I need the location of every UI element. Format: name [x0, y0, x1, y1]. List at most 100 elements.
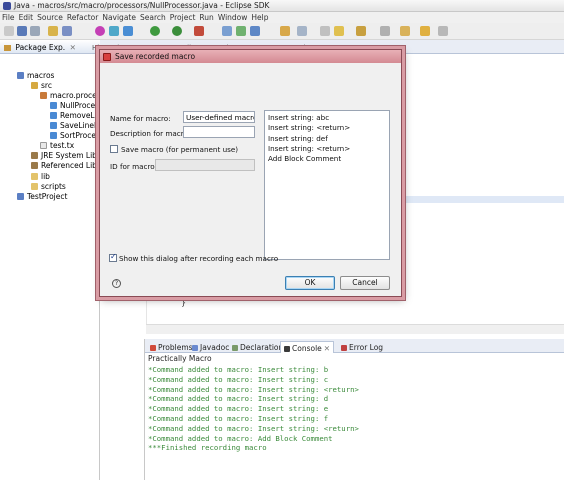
new-icon[interactable] — [4, 26, 14, 36]
eclipse-app-icon — [3, 1, 11, 10]
macro-record-icon — [103, 52, 111, 61]
tree-item[interactable]: macros — [17, 70, 54, 80]
library-icon — [31, 151, 38, 159]
console-output[interactable]: *Command added to macro: Insert string: … — [148, 365, 562, 453]
tree-item[interactable]: lib — [31, 171, 50, 181]
close-icon[interactable]: ✕ — [324, 344, 330, 353]
tree-item[interactable]: test.tx — [40, 140, 74, 150]
save-icon[interactable] — [17, 26, 27, 36]
tree-item[interactable]: src — [31, 80, 52, 90]
console-icon — [284, 346, 290, 352]
ok-button[interactable]: OK — [285, 276, 335, 290]
macro-description-input[interactable] — [183, 126, 255, 138]
menu-refactor[interactable]: Refactor — [67, 13, 102, 22]
last-edit-icon[interactable] — [400, 26, 410, 36]
console-line: *Command added to macro: Insert string: … — [148, 413, 329, 423]
menu-bar: File Edit Source Refactor Navigate Searc… — [0, 12, 564, 23]
package-explorer-tab[interactable]: Package Exp. ✕ — [0, 40, 100, 54]
show-dialog-checkbox[interactable] — [109, 252, 117, 262]
debug-run-icon[interactable] — [150, 26, 160, 36]
open-type-icon[interactable] — [280, 26, 290, 36]
package-explorer-icon — [4, 45, 11, 51]
save-permanent-checkbox[interactable] — [110, 145, 118, 153]
tools-icon[interactable] — [48, 26, 58, 36]
description-label: Description for macro: — [110, 129, 191, 138]
bottom-tab-strip: Problems Javadoc Declaration Console ✕ Er… — [145, 339, 564, 353]
editor-horizontal-scrollbar[interactable] — [146, 324, 564, 334]
java-file-icon — [50, 101, 57, 109]
package-explorer-panel: Package Exp. ✕ macros src macro.processo… — [0, 40, 118, 480]
list-item: Insert string: <return> — [268, 143, 351, 153]
back-icon[interactable] — [420, 26, 430, 36]
problems-icon — [150, 345, 156, 351]
menu-navigate[interactable]: Navigate — [102, 13, 140, 22]
error-log-icon — [341, 345, 347, 351]
java-file-icon — [50, 111, 57, 119]
list-item: Insert string: def — [268, 133, 328, 143]
menu-source[interactable]: Source — [37, 13, 67, 22]
list-item: Add Block Comment — [268, 154, 342, 164]
menu-edit[interactable]: Edit — [19, 13, 38, 22]
run-macro-icon[interactable] — [123, 26, 133, 36]
name-label: Name for macro: — [110, 114, 171, 123]
macro-id-input — [155, 159, 255, 171]
highlight-icon[interactable] — [334, 26, 344, 36]
new-class-icon[interactable] — [250, 26, 260, 36]
tab-declaration[interactable]: Declaration — [229, 341, 286, 353]
console-line: *Command added to macro: Insert string: … — [148, 384, 359, 394]
forward-icon[interactable] — [438, 26, 448, 36]
show-dialog-label: Show this dialog after recording each ma… — [119, 254, 279, 263]
tree-item[interactable]: SaveLinePro — [50, 120, 106, 130]
menu-help[interactable]: Help — [251, 13, 272, 22]
record-macro-icon[interactable] — [95, 26, 105, 36]
play-macro-icon[interactable] — [109, 26, 119, 36]
tab-javadoc[interactable]: Javadoc — [189, 341, 232, 353]
recorded-commands-list[interactable]: Insert string: abc Insert string: <retur… — [264, 110, 390, 260]
folder-icon — [31, 172, 38, 180]
window-title-bar: Java - macros/src/macro/processors/NullP… — [0, 0, 564, 12]
id-label: ID for macro: — [110, 162, 158, 171]
text-file-icon — [40, 141, 47, 149]
menu-search[interactable]: Search — [140, 13, 170, 22]
project-icon — [17, 71, 24, 79]
tab-error-log[interactable]: Error Log — [338, 341, 386, 353]
menu-run[interactable]: Run — [199, 13, 217, 22]
menu-file[interactable]: File — [2, 13, 19, 22]
dialog-body: Name for macro: User-defined macro 6 Des… — [103, 66, 398, 295]
print-icon[interactable] — [30, 26, 40, 36]
project-icon — [17, 192, 24, 200]
help-icon[interactable]: ? — [112, 279, 121, 288]
console-line: *Command added to macro: Insert string: … — [148, 394, 329, 404]
library-icon — [31, 161, 38, 169]
tab-console[interactable]: Console ✕ — [280, 341, 335, 353]
console-line: *Command added to macro: Insert string: … — [148, 423, 359, 433]
dialog-title-bar[interactable]: Save recorded macro — [100, 50, 401, 63]
current-line-highlight — [395, 196, 564, 203]
debug-icon[interactable] — [62, 26, 72, 36]
list-item: Insert string: abc — [268, 113, 330, 122]
macro-name-input[interactable]: User-defined macro 6 — [183, 111, 255, 123]
cancel-button[interactable]: Cancel — [340, 276, 390, 290]
tree-item[interactable]: TestProject — [17, 191, 67, 201]
search-icon[interactable] — [297, 26, 307, 36]
declaration-icon — [232, 345, 238, 351]
tree-item[interactable]: scripts — [31, 181, 66, 191]
java-file-icon — [50, 131, 57, 139]
new-package-icon[interactable] — [236, 26, 246, 36]
close-icon[interactable]: ✕ — [70, 43, 76, 52]
list-item: Insert string: <return> — [268, 123, 351, 133]
annotation-icon[interactable] — [356, 26, 366, 36]
next-annotation-icon[interactable] — [380, 26, 390, 36]
external-tools-icon[interactable] — [194, 26, 204, 36]
menu-window[interactable]: Window — [218, 13, 252, 22]
tree-item[interactable]: RemoveLine — [50, 110, 106, 120]
run-icon[interactable] — [172, 26, 182, 36]
toggle-mark-icon[interactable] — [320, 26, 330, 36]
main-toolbar — [0, 23, 564, 40]
source-folder-icon — [31, 81, 38, 89]
bottom-panel: Problems Javadoc Declaration Console ✕ Er… — [144, 339, 564, 480]
code-closing-brace: } — [181, 298, 187, 307]
console-line: *Command added to macro: Insert string: … — [148, 404, 329, 414]
new-java-project-icon[interactable] — [222, 26, 232, 36]
menu-project[interactable]: Project — [170, 13, 200, 22]
